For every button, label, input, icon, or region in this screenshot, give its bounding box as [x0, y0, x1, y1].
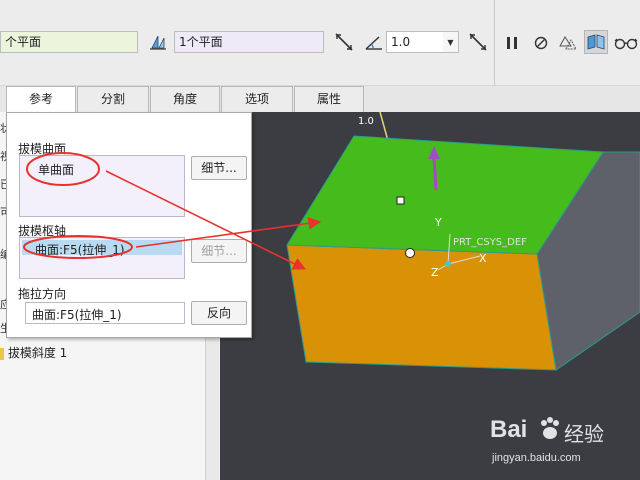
angle-dropdown-chevron-icon[interactable]: ▼ — [443, 31, 459, 53]
tree-item-label: 拔模斜度 1 — [7, 346, 68, 360]
square-handle — [396, 196, 405, 205]
draft-surfaces-item[interactable]: 单曲面 — [38, 161, 74, 178]
tab-references[interactable]: 参考 — [6, 86, 76, 113]
draft-angle-input[interactable]: 1.0 — [386, 31, 444, 53]
flip-angle-icon[interactable] — [466, 30, 490, 54]
draft-feature-icon — [0, 347, 4, 360]
preview-icon[interactable] — [556, 31, 580, 55]
draft-surfaces-details-button[interactable]: 细节... — [191, 156, 247, 180]
watermark: Bai 经验 jingyan.baidu.com — [490, 408, 640, 474]
draft-surfaces-collector[interactable]: 单曲面 — [19, 155, 185, 217]
watermark-brand-right: 经验 — [564, 422, 604, 446]
watermark-url: jingyan.baidu.com — [492, 452, 581, 464]
dashboard-tab-strip: 参考 分割 角度 选项 属性 — [0, 86, 640, 113]
csys-z-label: Z — [431, 266, 439, 279]
draft-hinges-collector[interactable]: 曲面:F5(拉伸_1) — [19, 237, 185, 279]
tab-options[interactable]: 选项 — [221, 86, 293, 112]
csys-origin — [445, 261, 451, 267]
flip-direction-icon[interactable] — [332, 30, 356, 54]
draft-hinges-item[interactable]: 曲面:F5(拉伸_1) — [35, 241, 125, 258]
tree-item-draft[interactable]: 拔模斜度 1 — [0, 344, 67, 361]
tab-split[interactable]: 分割 — [77, 86, 149, 112]
angle-icon — [362, 30, 386, 54]
watermark-brand-left: Bai — [490, 416, 528, 443]
flip-button[interactable]: 反向 — [191, 301, 247, 325]
draft-hinges-details-button[interactable]: 细节... — [191, 239, 247, 263]
csys-y-label: Y — [435, 216, 442, 229]
drag-handle-arrow — [432, 157, 438, 191]
pull-direction-field[interactable]: 曲面:F5(拉伸_1) — [25, 302, 185, 324]
draft-hinge-field[interactable]: 1个平面 — [174, 31, 324, 53]
circle-handle — [405, 248, 415, 258]
tab-angle[interactable]: 角度 — [150, 86, 220, 112]
pull-direction-label: 拖拉方向 — [18, 287, 67, 301]
feature-dashboard: 个平面 1个平面 1.0 ▼ — [0, 0, 640, 110]
verify-icon[interactable] — [584, 30, 608, 54]
references-panel: 拔模曲面 单曲面 细节... 拔模枢轴 曲面:F5(拉伸_1) 细节... 拖拉… — [6, 112, 252, 338]
pause-icon[interactable] — [500, 31, 524, 55]
paw-logo-icon — [541, 417, 559, 439]
csys-x-label: X — [479, 252, 487, 265]
draft-surface-collector-field[interactable]: 个平面 — [0, 31, 138, 53]
stop-icon[interactable] — [529, 31, 553, 55]
angle-label: 1.0 — [358, 116, 374, 127]
part-front-face — [286, 244, 557, 371]
glasses-icon[interactable] — [614, 31, 638, 55]
csys-name-label: PRT_CSYS_DEF — [453, 237, 527, 248]
draft-hinge-icon[interactable] — [146, 30, 170, 54]
tab-properties[interactable]: 属性 — [294, 86, 364, 112]
